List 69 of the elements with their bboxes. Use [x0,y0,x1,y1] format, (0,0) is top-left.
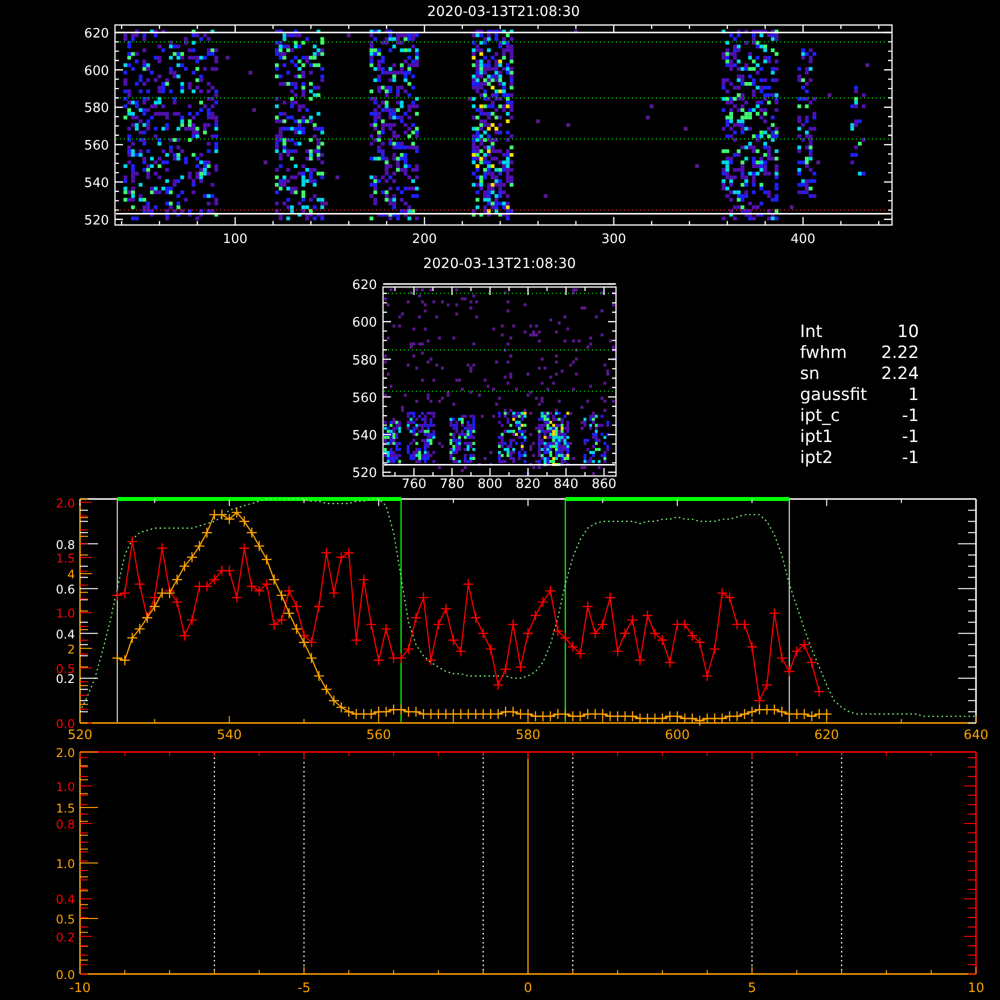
chart-title: 2020-03-13T21:08:30 [427,4,580,20]
parameter-value: -1 [900,448,919,469]
axis-tick-label: 300 [601,232,626,245]
axis-tick-label: 600 [84,64,109,79]
axis-tick-label: 520 [84,213,109,228]
axis-tick-label: 520 [352,466,377,482]
parameter-label: ipt1 [800,427,834,448]
axis-tick-label: 2.0 [56,496,75,510]
axis-tick-label: 620 [814,728,840,742]
axis-tick-label: 620 [84,26,109,42]
parameter-label: ipt2 [800,448,834,469]
axis-tick-label: 1.0 [56,606,75,621]
axis-tick-label: -10 [69,981,91,996]
parameter-label: sn [800,364,821,385]
axis-tick-label: 4 [67,568,75,582]
axis-tick-label: 0.5 [56,912,75,926]
parameter-label: fwhm [800,343,848,364]
axis-tick-label: 640 [964,728,988,742]
axis-tick-label: 760 [402,477,426,490]
axis-tick-label: 400 [790,232,816,245]
axis-tick-label: 0.2 [56,930,75,944]
axis-tick-label: 580 [352,353,377,368]
axis-tick-label: 840 [554,477,578,490]
axis-tick-label: 600 [664,728,690,742]
axis-tick-label: 0.8 [56,818,75,832]
axis-tick-label: 600 [352,316,377,331]
axis-tick-label: 780 [440,477,464,490]
axis-tick-label: 820 [516,477,540,490]
axis-tick-label: 1.5 [56,551,75,566]
parameter-value: 2.22 [881,343,919,364]
axis-tick-label: 2.0 [56,746,75,760]
axis-tick-label: 1.0 [56,780,75,794]
axis-tick-label: 100 [222,232,248,245]
axis-tick-label: 0.6 [56,582,75,597]
axis-tick-label: 540 [84,176,109,191]
axis-tick-label: 0.4 [56,627,75,642]
axis-tick-label: -5 [298,981,310,996]
parameter-label: gaussfit [800,385,868,406]
parameter-value: 2.24 [881,364,919,385]
axis-tick-label: 0.0 [56,717,75,731]
axis-tick-label: 560 [366,728,392,742]
axis-tick-label: 1.5 [56,802,75,816]
parameter-value: 1 [907,385,919,406]
axis-tick-label: 200 [412,232,437,245]
axis-tick-label: 560 [84,138,109,154]
axis-tick-label: 0.0 [56,968,75,982]
axis-tick-label: 0.4 [56,892,75,907]
chart-title: 2020-03-13T21:08:30 [423,256,576,272]
parameter-value: 10 [896,322,919,343]
axis-tick-label: 620 [352,278,377,293]
axis-tick-label: 580 [516,728,540,742]
axis-tick-label: 10 [968,981,984,996]
axis-tick-label: 580 [84,101,109,116]
parameter-value: -1 [900,427,919,448]
axis-tick-label: 860 [592,477,616,490]
parameter-label: Int [800,322,824,343]
parameter-value: -1 [900,406,919,427]
parameter-label: ipt_c [800,406,842,427]
axis-tick-label: 2 [67,642,75,656]
axis-tick-label: 5 [748,981,756,996]
axis-tick-label: 540 [352,428,377,444]
axis-tick-label: 540 [216,728,242,742]
axis-tick-label: 0 [524,981,532,996]
axis-tick-label: 560 [352,390,377,406]
axis-tick-label: 0.8 [56,538,75,552]
axis-tick-label: 520 [68,728,92,742]
axis-tick-label: 0.2 [56,672,75,686]
axis-tick-label: 1.0 [56,857,75,871]
axis-tick-label: 800 [478,477,502,490]
